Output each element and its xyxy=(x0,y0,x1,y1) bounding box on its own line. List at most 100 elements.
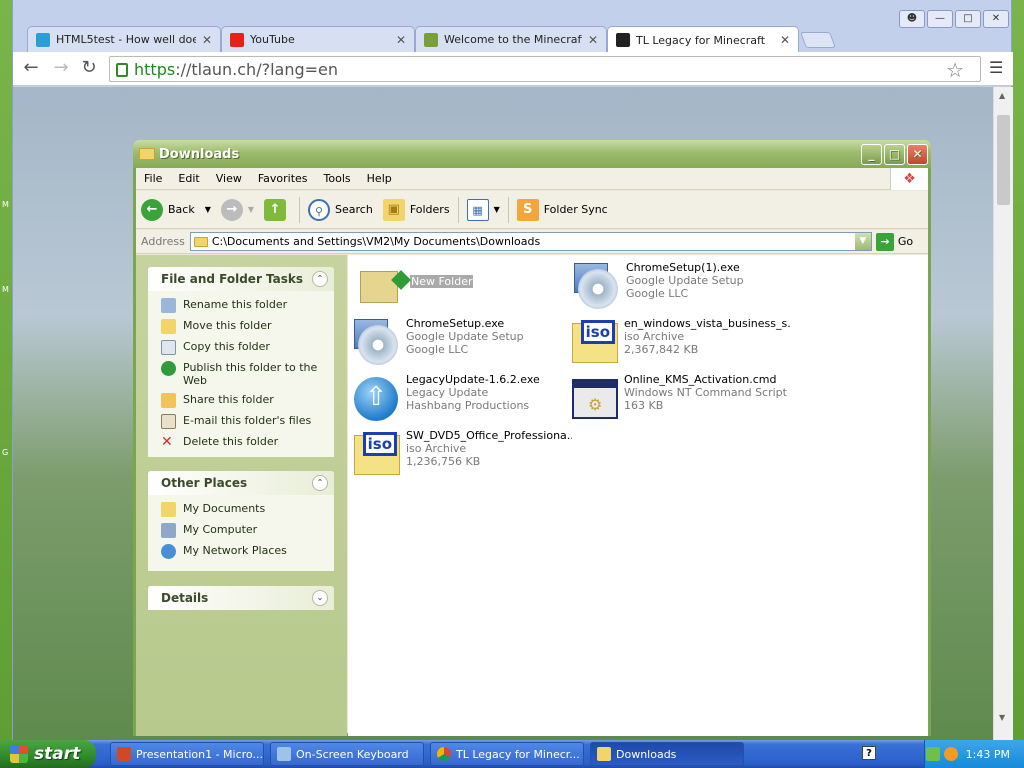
clock[interactable]: 1:43 PM xyxy=(966,748,1010,761)
taskbar-item-keyboard[interactable]: On-Screen Keyboard xyxy=(270,742,424,766)
task-delete[interactable]: ✕ Delete this folder xyxy=(148,432,334,453)
file-type: Google Update Setup xyxy=(626,274,744,287)
views-button[interactable]: ▦ ▼ xyxy=(462,195,505,225)
menu-view[interactable]: View xyxy=(208,172,250,185)
explorer-window-controls: _ □ ✕ xyxy=(861,144,928,165)
go-arrow-icon: → xyxy=(875,232,894,251)
forward-button[interactable]: → ▼ xyxy=(216,195,259,225)
taskbar-label: Presentation1 - Micro... xyxy=(136,747,263,761)
windows-logo-icon xyxy=(10,745,28,763)
chevron-down-icon[interactable]: ▼ xyxy=(494,205,500,214)
collapse-icon[interactable]: ⌃ xyxy=(312,271,328,287)
place-my-network[interactable]: My Network Places xyxy=(148,541,334,562)
chevron-down-icon[interactable]: ▼ xyxy=(854,233,871,250)
panel-header[interactable]: Other Places ⌃ xyxy=(148,471,334,495)
tray-network-icon[interactable] xyxy=(925,747,940,761)
address-bar[interactable]: https://tlaun.ch/?lang=en ☆ xyxy=(109,56,981,82)
minimize-button[interactable]: — xyxy=(927,10,953,28)
taskbar-item-chrome[interactable]: TL Legacy for Minecr... xyxy=(430,742,584,766)
tab-youtube[interactable]: YouTube ✕ xyxy=(221,26,415,52)
forward-arrow-icon[interactable]: → xyxy=(51,59,71,79)
menu-edit[interactable]: Edit xyxy=(170,172,207,185)
collapse-icon[interactable]: ⌃ xyxy=(312,475,328,491)
my-documents-icon xyxy=(161,502,176,517)
user-icon[interactable]: ☻ xyxy=(899,10,925,28)
minecraft-icon xyxy=(424,32,438,47)
scroll-thumb[interactable] xyxy=(997,115,1010,205)
minimize-button[interactable]: _ xyxy=(861,144,882,165)
html5-icon xyxy=(36,32,50,47)
tab-minecraft[interactable]: Welcome to the Minecraft Of ✕ xyxy=(415,26,607,52)
file-chromesetup[interactable]: ChromeSetup.exe Google Update Setup Google… xyxy=(352,317,572,365)
file-type: Google Update Setup xyxy=(406,330,524,343)
new-tab-button[interactable] xyxy=(800,32,836,48)
delete-icon: ✕ xyxy=(161,434,173,450)
task-move[interactable]: Move this folder xyxy=(148,316,334,337)
task-rename[interactable]: Rename this folder xyxy=(148,295,334,316)
file-kms-cmd[interactable]: ⚙ Online_KMS_Activation.cmd Windows NT Co… xyxy=(570,373,790,421)
maximize-button[interactable]: □ xyxy=(955,10,981,28)
panel-header[interactable]: Details ⌄ xyxy=(148,586,334,610)
file-vista-iso[interactable]: iso en_windows_vista_business_s... iso Ar… xyxy=(570,317,790,365)
explorer-titlebar[interactable]: Downloads _ □ ✕ xyxy=(133,140,931,168)
back-label: Back xyxy=(168,203,195,216)
folder-sync-label: Folder Sync xyxy=(543,203,608,216)
place-my-computer[interactable]: My Computer xyxy=(148,520,334,541)
command-script-icon: ⚙ xyxy=(570,373,620,421)
folders-button[interactable]: ▣ Folders xyxy=(378,195,455,225)
scroll-down-icon[interactable]: ▼ xyxy=(999,713,1005,722)
address-input[interactable]: C:\Documents and Settings\VM2\My Documen… xyxy=(189,232,872,251)
file-legacyupdate[interactable]: ⇧ LegacyUpdate-1.6.2.exe Legacy Update Has… xyxy=(352,373,572,421)
place-my-documents[interactable]: My Documents xyxy=(148,499,334,520)
task-share[interactable]: Share this folder xyxy=(148,390,334,411)
expand-icon[interactable]: ⌄ xyxy=(312,590,328,606)
close-icon[interactable]: ✕ xyxy=(396,33,406,47)
back-button[interactable]: ← Back ▼ xyxy=(136,195,216,225)
file-chromesetup-1[interactable]: ChromeSetup(1).exe Google Update Setup Goo… xyxy=(572,261,792,309)
menu-file[interactable]: File xyxy=(136,172,170,185)
close-icon[interactable]: ✕ xyxy=(588,33,598,47)
tab-html5test[interactable]: HTML5test - How well does y ✕ xyxy=(27,26,221,52)
menu-tools[interactable]: Tools xyxy=(316,172,359,185)
task-publish[interactable]: Publish this folder to the Web xyxy=(148,358,334,390)
close-button[interactable]: ✕ xyxy=(983,10,1009,28)
bookmark-star-icon[interactable]: ☆ xyxy=(946,58,964,82)
taskbar-item-downloads[interactable]: Downloads xyxy=(590,742,744,766)
close-icon[interactable]: ✕ xyxy=(202,33,212,47)
scroll-up-icon[interactable]: ▲ xyxy=(999,91,1005,100)
file-info: 1,236,756 KB xyxy=(406,455,481,468)
menu-icon[interactable]: ☰ xyxy=(989,60,1003,76)
panel-header[interactable]: File and Folder Tasks ⌃ xyxy=(148,267,334,291)
details-panel: Details ⌄ xyxy=(148,586,334,610)
go-button[interactable]: → Go xyxy=(875,232,913,251)
file-name-edit[interactable]: New Folder xyxy=(410,275,474,288)
search-button[interactable]: ⚲ Search xyxy=(303,195,378,225)
task-pane: File and Folder Tasks ⌃ Rename this fold… xyxy=(136,255,347,736)
file-new-folder[interactable]: New Folder xyxy=(356,265,576,313)
back-arrow-icon[interactable]: ← xyxy=(21,59,41,79)
file-office-iso[interactable]: iso SW_DVD5_Office_Professiona... iso Arc… xyxy=(352,429,572,477)
taskbar-item-powerpoint[interactable]: Presentation1 - Micro... xyxy=(110,742,264,766)
up-folder-button[interactable]: ↑ xyxy=(259,195,296,225)
chevron-down-icon[interactable]: ▼ xyxy=(205,205,211,214)
close-button[interactable]: ✕ xyxy=(907,144,928,165)
chrome-icon xyxy=(437,747,451,761)
page-scrollbar[interactable]: ▲ ▼ xyxy=(993,87,1013,740)
menu-favorites[interactable]: Favorites xyxy=(250,172,316,185)
tray-search-icon[interactable] xyxy=(943,747,958,761)
folder-sync-button[interactable]: S Folder Sync xyxy=(512,195,613,225)
views-icon: ▦ xyxy=(466,198,489,221)
task-copy[interactable]: Copy this folder xyxy=(148,337,334,358)
maximize-button[interactable]: □ xyxy=(884,144,905,165)
taskbar-label: Downloads xyxy=(616,747,677,761)
chevron-down-icon[interactable]: ▼ xyxy=(248,205,254,214)
close-icon[interactable]: ✕ xyxy=(780,33,790,47)
reload-icon[interactable]: ↻ xyxy=(79,59,99,79)
start-button[interactable]: start xyxy=(0,740,96,768)
help-icon[interactable]: ? xyxy=(862,746,876,760)
task-label: Publish this folder to the Web xyxy=(183,361,318,387)
tab-tl-legacy[interactable]: TL Legacy for Minecraft ✕ xyxy=(607,26,799,53)
folder-icon xyxy=(193,236,208,247)
task-email[interactable]: E-mail this folder's files xyxy=(148,411,334,432)
menu-help[interactable]: Help xyxy=(359,172,400,185)
